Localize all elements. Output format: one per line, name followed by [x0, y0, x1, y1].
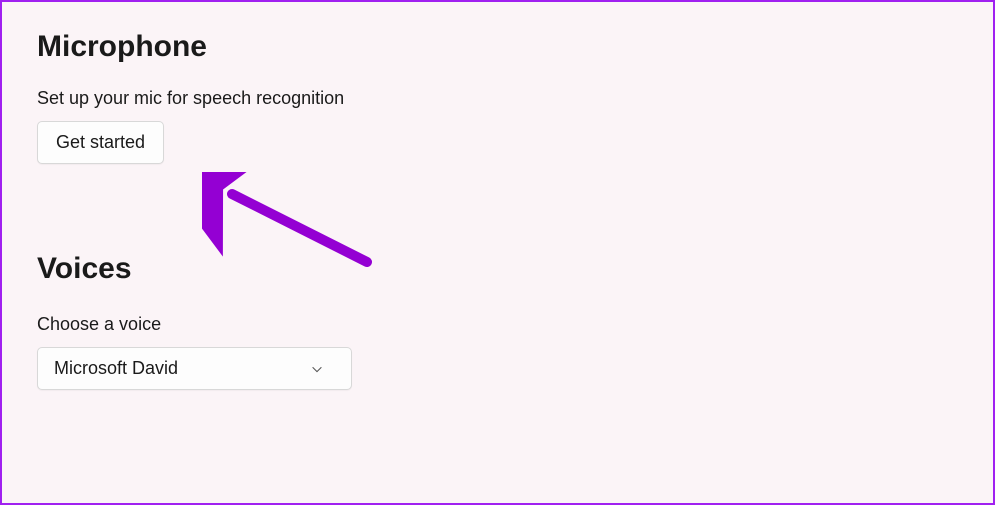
microphone-heading: Microphone	[37, 30, 958, 64]
choose-voice-label: Choose a voice	[37, 314, 958, 335]
voices-heading: Voices	[37, 252, 958, 286]
chevron-down-icon	[309, 361, 325, 377]
voice-select-value: Microsoft David	[54, 358, 309, 379]
voice-select[interactable]: Microsoft David	[37, 347, 352, 390]
microphone-description: Set up your mic for speech recognition	[37, 88, 958, 109]
get-started-button[interactable]: Get started	[37, 121, 164, 164]
